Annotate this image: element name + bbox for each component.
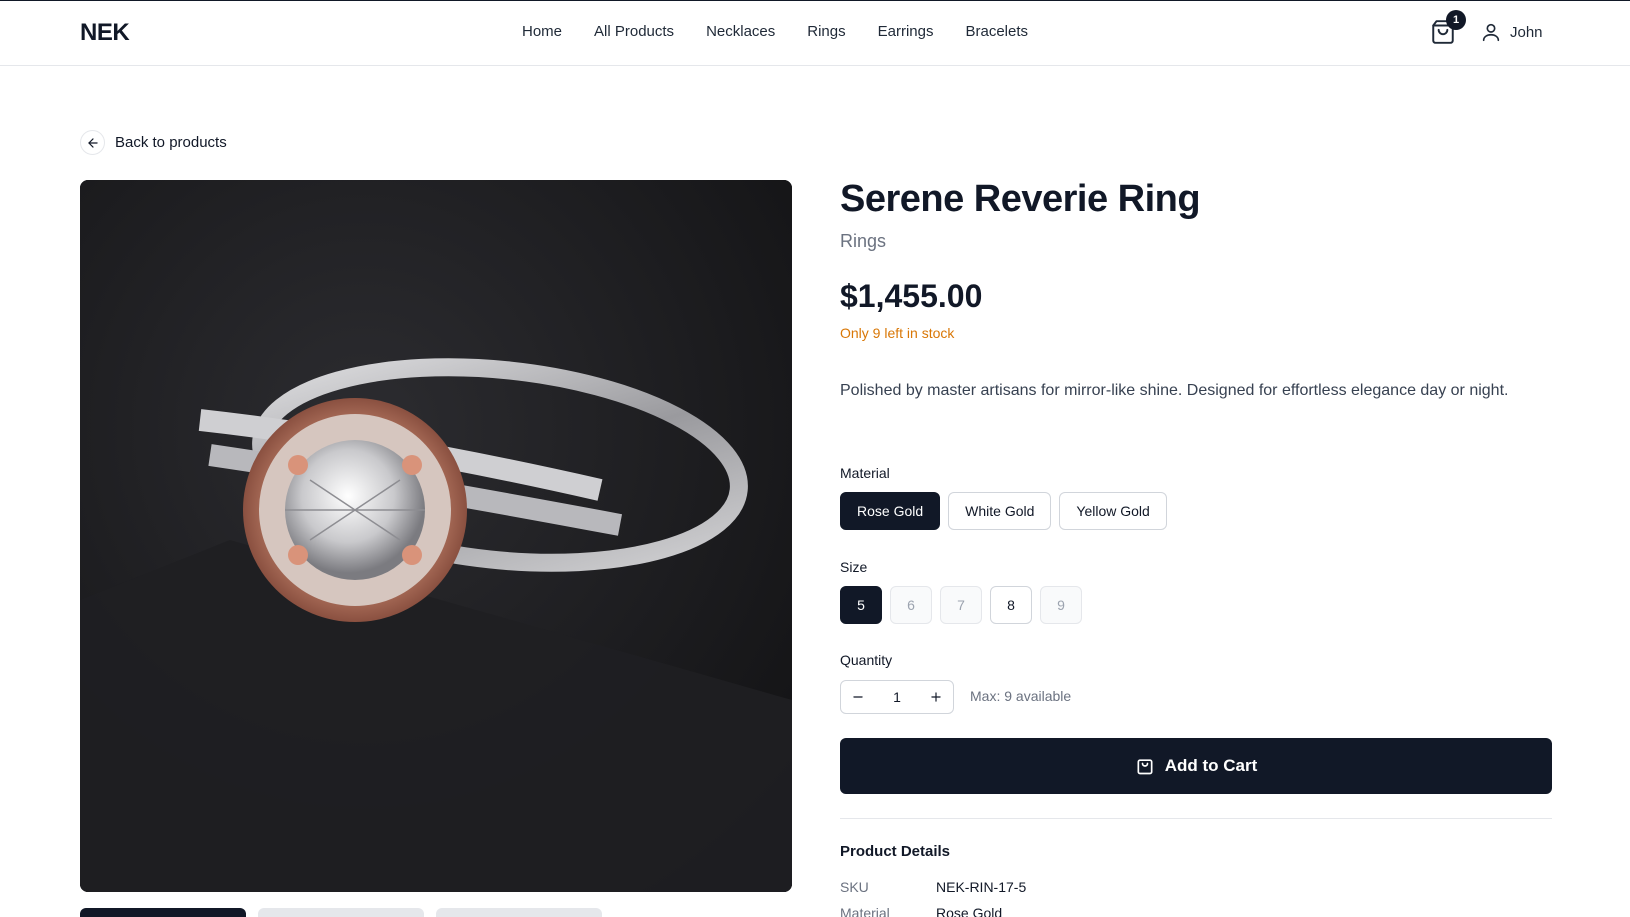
detail-row-material: Material Rose Gold	[840, 905, 1002, 917]
size-option-8[interactable]: 8	[990, 586, 1032, 624]
plus-icon	[931, 692, 941, 702]
material-label: Material	[840, 465, 890, 481]
max-quantity-text: Max: 9 available	[970, 688, 1072, 704]
material-option-rose-gold[interactable]: Rose Gold	[840, 492, 941, 530]
size-option-7[interactable]: 7	[940, 586, 982, 624]
add-to-cart-label: Add to Cart	[1164, 756, 1258, 775]
material-options: Rose Gold White Gold Yellow Gold	[840, 492, 1167, 530]
product-details-title: Product Details	[840, 843, 951, 860]
product-price: $1,455.00	[840, 278, 983, 314]
thumbnail-3[interactable]	[436, 908, 602, 917]
main-nav: Home All Products Necklaces Rings Earrin…	[522, 23, 1028, 40]
detail-value: NEK-RIN-17-5	[936, 879, 1027, 895]
material-option-yellow-gold[interactable]: Yellow Gold	[1059, 492, 1167, 530]
thumbnail-1[interactable]	[80, 908, 246, 917]
nav-home[interactable]: Home	[522, 23, 562, 40]
user-icon	[1482, 23, 1500, 42]
arrow-left-icon	[80, 130, 105, 155]
user-name: John	[1510, 23, 1543, 41]
thumbnail-strip	[80, 908, 602, 917]
size-option-9[interactable]: 9	[1040, 586, 1082, 624]
stock-status: Only 9 left in stock	[840, 325, 955, 341]
detail-key: SKU	[840, 879, 869, 895]
nav-rings[interactable]: Rings	[807, 23, 845, 40]
back-link-label: Back to products	[115, 134, 227, 151]
logo[interactable]: NEK	[80, 19, 130, 47]
nav-bracelets[interactable]: Bracelets	[965, 23, 1028, 40]
product-description: Polished by master artisans for mirror-l…	[840, 382, 1509, 399]
size-option-6[interactable]: 6	[890, 586, 932, 624]
size-options: 5 6 7 8 9	[840, 586, 1082, 624]
site-header: NEK Home All Products Necklaces Rings Ea…	[0, 1, 1630, 66]
add-to-cart-button[interactable]: Add to Cart	[840, 738, 1552, 794]
size-option-5[interactable]: 5	[840, 586, 882, 624]
divider	[840, 818, 1552, 819]
detail-value: Rose Gold	[936, 905, 1003, 917]
nav-necklaces[interactable]: Necklaces	[706, 23, 775, 40]
quantity-stepper: 1	[840, 680, 954, 714]
product-category: Rings	[840, 231, 887, 251]
product-title: Serene Reverie Ring	[840, 178, 1201, 220]
size-label: Size	[840, 559, 868, 575]
nav-all-products[interactable]: All Products	[594, 23, 674, 40]
detail-row-sku: SKU NEK-RIN-17-5	[840, 879, 1026, 895]
back-to-products-link[interactable]: Back to products	[80, 130, 227, 155]
material-option-white-gold[interactable]: White Gold	[948, 492, 1052, 530]
cart-count-badge: 1	[1446, 10, 1466, 30]
decrease-quantity-button[interactable]	[841, 681, 875, 713]
nav-earrings[interactable]: Earrings	[878, 23, 934, 40]
detail-key: Material	[840, 905, 890, 917]
thumbnail-2[interactable]	[258, 908, 424, 917]
minus-icon	[853, 696, 863, 698]
product-main-image	[80, 180, 792, 892]
quantity-label: Quantity	[840, 652, 893, 668]
quantity-value[interactable]: 1	[875, 689, 919, 705]
user-menu[interactable]: John	[1480, 21, 1543, 43]
increase-quantity-button[interactable]	[919, 681, 953, 713]
shopping-bag-icon	[1137, 759, 1153, 775]
